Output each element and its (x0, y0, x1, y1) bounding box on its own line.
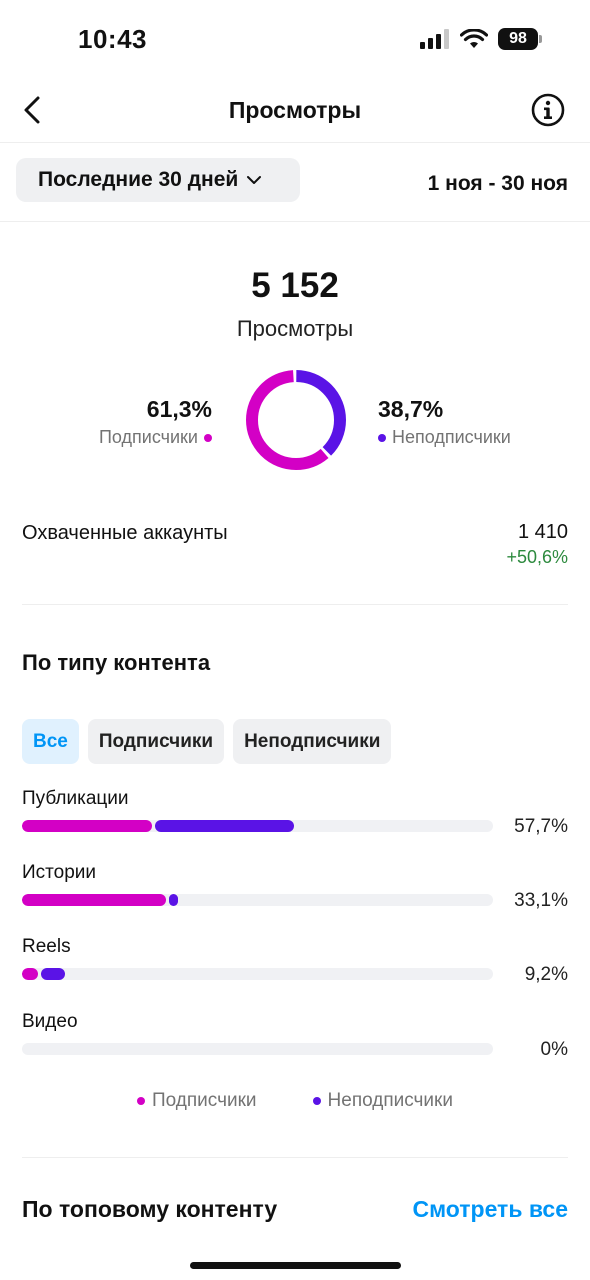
non-followers-bar-segment (41, 968, 66, 980)
content-type-title: По типу контента (22, 650, 211, 675)
content-row-label: Видео (22, 1011, 78, 1032)
home-indicator (190, 1262, 401, 1269)
period-label: Последние 30 дней (38, 168, 239, 191)
content-row-percent: 57,7% (514, 816, 568, 837)
followers-percent: 61,3% (146, 396, 212, 422)
content-row-label: Reels (22, 936, 71, 957)
total-views-label: Просмотры (236, 316, 354, 341)
legend-non-followers-dot (312, 1097, 321, 1105)
content-row-bar (22, 1043, 493, 1055)
total-views-value: 5 152 (251, 266, 339, 305)
wifi-icon (460, 29, 488, 48)
top-content-divider (22, 1157, 568, 1158)
content-row-reels: Reels 9,2% (22, 936, 568, 996)
legend-followers-label: Подписчики (152, 1090, 257, 1111)
top-content-title: По топовому контенту (22, 1196, 278, 1222)
content-type-filters: Все Подписчики Неподписчики (22, 719, 392, 764)
header: Просмотры (0, 82, 590, 140)
filter-non-followers[interactable]: Неподписчики (233, 719, 392, 764)
followers-split-label-row: Подписчики (99, 427, 212, 448)
non-followers-bar-segment (168, 894, 178, 906)
period-divider (0, 221, 590, 222)
legend-non-followers: Неподписчики (312, 1090, 453, 1112)
legend-followers: Подписчики (137, 1090, 257, 1112)
legend-followers-dot (137, 1097, 145, 1105)
page-title: Просмотры (228, 97, 362, 123)
content-row-bar (22, 968, 493, 980)
status-icons: 98 (420, 28, 542, 50)
non-followers-dot (378, 433, 386, 442)
followers-split: 61,3% Подписчики (99, 396, 212, 448)
period-dropdown[interactable]: Последние 30 дней (16, 158, 300, 202)
content-row-bar (22, 820, 493, 832)
non-followers-bar-segment (154, 820, 294, 832)
followers-bar-segment (22, 820, 152, 832)
content-row-percent: 33,1% (514, 890, 568, 911)
followers-bar-segment (22, 894, 166, 906)
status-time: 10:43 (78, 24, 147, 54)
non-followers-split-label-row: Неподписчики (378, 427, 511, 448)
followers-label: Подписчики (98, 427, 198, 447)
status-bar: 10:43 98 (0, 0, 590, 80)
content-row-bar (22, 894, 493, 906)
chevron-down-icon (247, 176, 262, 184)
non-followers-percent: 38,7% (378, 396, 444, 422)
content-row-percent: 9,2% (524, 964, 568, 985)
reached-divider (22, 604, 568, 605)
content-row-posts: Публикации 57,7% (22, 788, 568, 848)
signal-icon (420, 29, 449, 49)
followers-bar-segment (22, 968, 38, 980)
content-row-percent: 0% (540, 1039, 568, 1060)
reached-accounts-value: 1 410 (517, 521, 568, 543)
legend-non-followers-label: Неподписчики (327, 1090, 453, 1111)
views-donut-chart (246, 370, 346, 470)
see-all-link[interactable]: Смотреть все (412, 1196, 568, 1223)
date-range: 1 ноя - 30 ноя (427, 172, 568, 195)
battery-icon: 98 (498, 28, 542, 50)
content-row-label: Публикации (22, 788, 129, 809)
followers-dot (204, 433, 212, 442)
filter-all[interactable]: Все (22, 719, 79, 764)
content-row-stories: Истории 33,1% (22, 862, 568, 922)
filter-followers[interactable]: Подписчики (87, 719, 225, 764)
non-followers-split: 38,7% Неподписчики (378, 396, 511, 448)
header-divider (0, 142, 590, 143)
content-row-video: Видео 0% (22, 1011, 568, 1071)
info-icon[interactable] (530, 92, 566, 128)
reached-accounts-label: Охваченные аккаунты (22, 522, 228, 544)
non-followers-label: Неподписчики (392, 427, 511, 447)
content-type-legend: Подписчики Неподписчики (0, 1090, 590, 1112)
reached-accounts-change: +50,6% (506, 547, 568, 567)
content-row-label: Истории (22, 862, 97, 883)
